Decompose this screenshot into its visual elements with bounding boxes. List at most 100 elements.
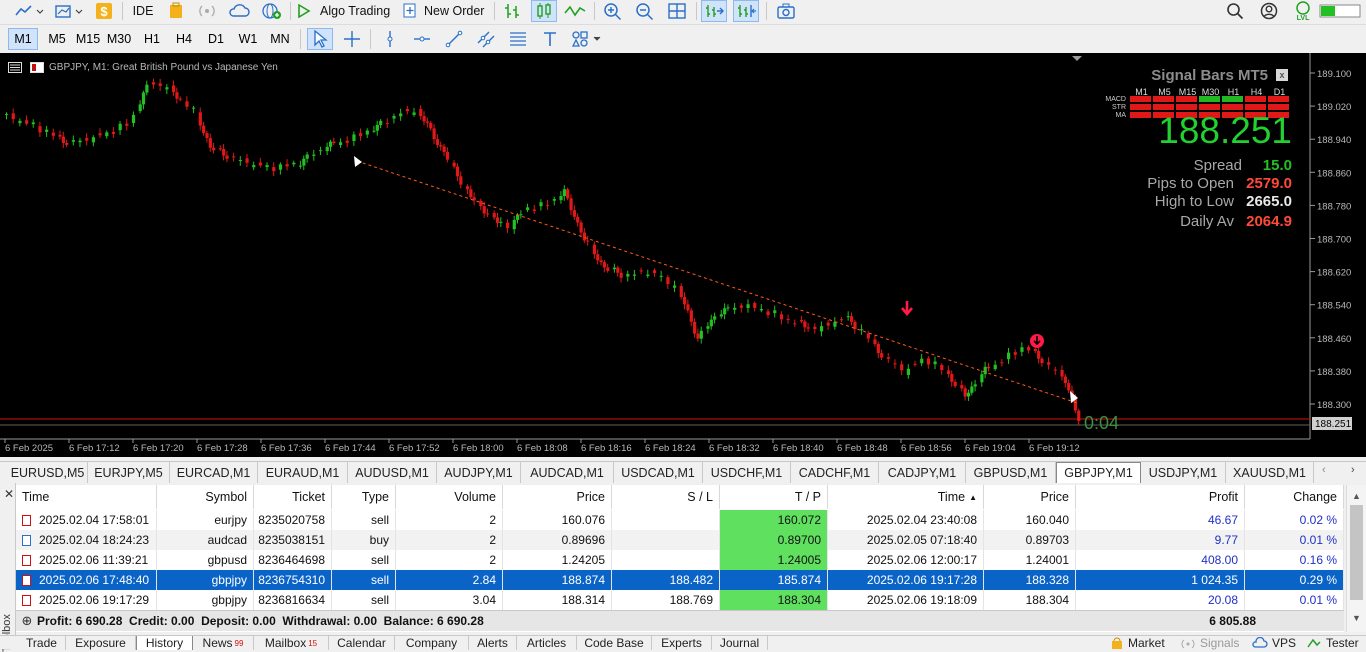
symbol-tab-euraud-m1[interactable]: EURAUD,M1: [258, 462, 348, 483]
symbol-tab-audjpy-m1[interactable]: AUDJPY,M1: [437, 462, 521, 483]
trade-window-icon[interactable]: [30, 62, 44, 73]
toolbox-close-icon[interactable]: ✕: [4, 487, 14, 501]
shapes-dropdown-icon[interactable]: [569, 28, 605, 50]
signal-broadcast-icon[interactable]: [196, 0, 218, 22]
column-header[interactable]: Price: [503, 485, 612, 509]
chart-shift-icon[interactable]: [733, 0, 759, 22]
column-header[interactable]: Symbol: [157, 485, 254, 509]
toolbox-tab-calendar[interactable]: Calendar: [329, 636, 395, 650]
toolbox-tab-alerts[interactable]: Alerts: [469, 636, 517, 650]
symbol-tab-audusd-m1[interactable]: AUDUSD,M1: [348, 462, 437, 483]
table-row[interactable]: 2025.02.06 11:39:21 gbpusd 8236464698 sell 2…: [16, 550, 1344, 570]
scroll-down-icon[interactable]: ▼: [1352, 613, 1361, 623]
column-header[interactable]: Change: [1245, 485, 1344, 509]
column-header[interactable]: Type: [332, 485, 396, 509]
column-header[interactable]: Volume: [396, 485, 503, 509]
vps-tab[interactable]: VPS: [1252, 636, 1296, 650]
cursor-tool-icon[interactable]: [307, 28, 333, 50]
toolbox-tab-history[interactable]: History: [136, 636, 193, 650]
symbol-tab-gbpusd-m1[interactable]: GBPUSD,M1: [966, 462, 1056, 483]
dollar-icon[interactable]: $: [94, 0, 114, 22]
symbol-tab-xauusd-m1[interactable]: XAUUSD,M1: [1226, 462, 1314, 483]
zoom-out-icon[interactable]: [633, 0, 657, 22]
timeframe-m5[interactable]: M5: [42, 28, 72, 50]
algo-trading-button[interactable]: Algo Trading: [296, 0, 394, 22]
column-header[interactable]: S / L: [612, 485, 720, 509]
scroll-thumb[interactable]: [1350, 505, 1363, 600]
trendline-tool-icon[interactable]: [441, 28, 467, 50]
tab-scroll-right-icon[interactable]: ›: [1351, 464, 1355, 476]
market-tab[interactable]: Market: [1110, 636, 1165, 650]
toolbox-tab-code-base[interactable]: Code Base: [577, 636, 652, 650]
line-chart-dropdown-icon[interactable]: [12, 0, 46, 22]
symbol-tab-eurusd-m5[interactable]: EURUSD,M5: [8, 462, 88, 483]
column-header[interactable]: Profit: [1076, 485, 1245, 509]
briefcase-icon[interactable]: [165, 0, 187, 22]
channel-tool-icon[interactable]: [473, 28, 499, 50]
auto-scroll-icon[interactable]: [701, 0, 727, 22]
timeframe-w1[interactable]: W1: [233, 28, 263, 50]
vertical-line-tool-icon[interactable]: [377, 28, 403, 50]
symbol-tab-eurcad-m1[interactable]: EURCAD,M1: [170, 462, 258, 483]
symbol-tab-cadjpy-m1[interactable]: CADJPY,M1: [879, 462, 966, 483]
toolbox-tab-news[interactable]: News 99: [193, 636, 254, 650]
bar-chart-icon[interactable]: [500, 0, 524, 22]
new-order-button[interactable]: New Order: [402, 0, 488, 22]
timeframe-m30[interactable]: M30: [104, 28, 134, 50]
screenshot-camera-icon[interactable]: [774, 0, 798, 22]
horizontal-line-tool-icon[interactable]: [409, 28, 435, 50]
tab-scroll-left-icon[interactable]: ‹: [1322, 464, 1326, 476]
timeframe-d1[interactable]: D1: [201, 28, 231, 50]
timeframe-m15[interactable]: M15: [73, 28, 103, 50]
level-badge-icon[interactable]: LVL: [1292, 0, 1314, 22]
symbol-tab-usdcad-m1[interactable]: USDCAD,M1: [614, 462, 703, 483]
table-row[interactable]: 2025.02.06 19:17:29 gbpjpy 8236816634 sell 3…: [16, 590, 1344, 610]
toolbox-tab-experts[interactable]: Experts: [652, 636, 712, 650]
toolbox-tab-mailbox[interactable]: Mailbox 15: [254, 636, 329, 650]
chart-menu-icon[interactable]: [8, 62, 22, 73]
timeframe-mn[interactable]: MN: [265, 28, 295, 50]
column-header[interactable]: Ticket: [254, 485, 332, 509]
symbol-tab-gbpjpy-m1[interactable]: GBPJPY,M1: [1056, 462, 1141, 483]
symbol-tab-eurjpy-m5[interactable]: EURJPY,M5: [88, 462, 170, 483]
crosshair-tool-icon[interactable]: [339, 28, 365, 50]
column-header[interactable]: Price: [984, 485, 1076, 509]
candlestick-icon[interactable]: [531, 0, 557, 22]
ide-button[interactable]: IDE: [128, 0, 158, 22]
toolbox-tab-exposure[interactable]: Exposure: [66, 636, 136, 650]
history-scrollbar[interactable]: ▲ ▼: [1346, 485, 1366, 632]
signal-panel-close-button[interactable]: x: [1276, 69, 1288, 81]
toolbox-tab-company[interactable]: Company: [395, 636, 469, 650]
line-chart-icon[interactable]: [563, 0, 587, 22]
tile-windows-icon[interactable]: [665, 0, 689, 22]
symbol-tab-audcad-m1[interactable]: AUDCAD,M1: [521, 462, 614, 483]
fibonacci-tool-icon[interactable]: [505, 28, 531, 50]
table-row[interactable]: 2025.02.04 17:58:01 eurjpy 8235020758 sell 2…: [16, 510, 1344, 530]
globe-add-icon[interactable]: [260, 0, 284, 22]
symbol-tab-usdchf-m1[interactable]: USDCHF,M1: [703, 462, 791, 483]
toolbox-tab-trade[interactable]: Trade: [18, 636, 66, 650]
toolbox-tab-journal[interactable]: Journal: [712, 636, 768, 650]
timeframe-h1[interactable]: H1: [137, 28, 167, 50]
account-icon[interactable]: [1258, 0, 1280, 22]
table-row[interactable]: 2025.02.06 17:48:40 gbpjpy 8236754310 sell 2…: [16, 570, 1344, 590]
tester-tab[interactable]: Tester: [1306, 636, 1359, 650]
table-row[interactable]: 2025.02.04 18:24:23 audcad 8235038151 buy 2 0…: [16, 530, 1344, 550]
signals-tab[interactable]: Signals: [1180, 636, 1239, 650]
search-icon[interactable]: [1224, 0, 1246, 22]
timeframe-h4[interactable]: H4: [169, 28, 199, 50]
timeframe-m1[interactable]: M1: [8, 28, 38, 50]
price-chart[interactable]: 189.100 189.020 188.940 188.860 188.780 188.7…: [0, 53, 1366, 457]
column-header[interactable]: Time ▲: [828, 485, 984, 509]
chart-template-dropdown-icon[interactable]: [52, 0, 86, 22]
expand-plus-icon[interactable]: ⊕: [20, 613, 34, 628]
column-header[interactable]: Time: [16, 485, 157, 509]
history-table[interactable]: Time Symbol Ticket Type Volume Price S / L T / …: [16, 485, 1344, 632]
symbol-tab-cadchf-m1[interactable]: CADCHF,M1: [791, 462, 879, 483]
symbol-tab-usdjpy-m1[interactable]: USDJPY,M1: [1141, 462, 1226, 483]
scroll-up-icon[interactable]: ▲: [1352, 491, 1361, 501]
column-header[interactable]: T / P: [720, 485, 828, 509]
toolbox-tab-articles[interactable]: Articles: [517, 636, 577, 650]
cloud-icon[interactable]: [228, 0, 250, 22]
zoom-in-icon[interactable]: [601, 0, 625, 22]
